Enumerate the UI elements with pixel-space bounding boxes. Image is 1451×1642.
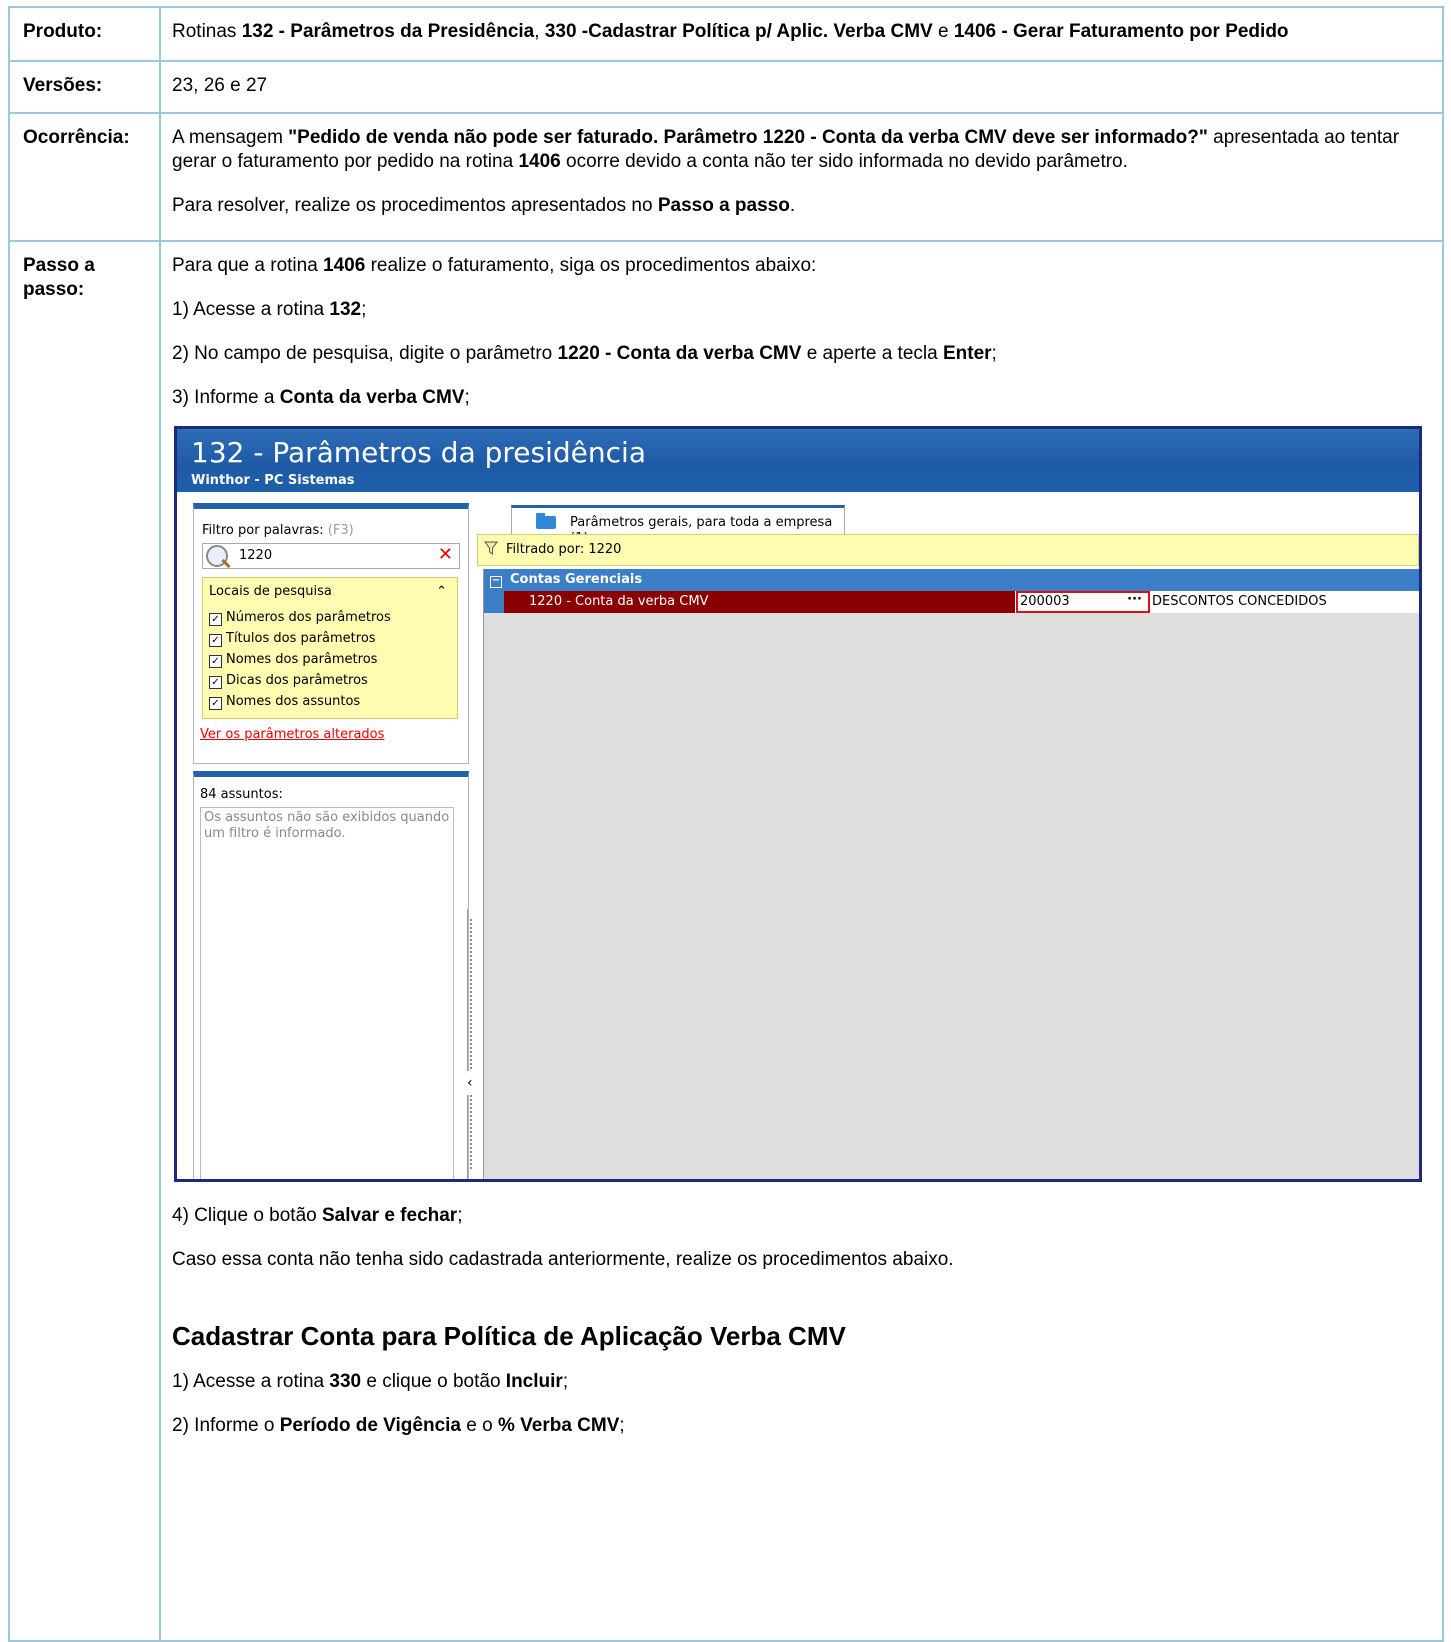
window-subtitle: Winthor - PC Sistemas: [191, 473, 355, 488]
step-4: 4) Clique o botão Salvar e fechar;: [172, 1205, 463, 1226]
checkbox-icon[interactable]: ✓: [209, 655, 222, 668]
altered-params-link[interactable]: Ver os parâmetros alterados: [200, 727, 384, 743]
passo-label: Passo a passo:: [8, 240, 161, 1642]
versoes-value: 23, 26 e 27: [159, 60, 1444, 114]
note-paragraph: Caso essa conta não tenha sido cadastrad…: [172, 1249, 954, 1270]
parameters-grid: − Contas Gerenciais 1220 - Conta da verba…: [483, 569, 1419, 1179]
passo-value: Para que a rotina 1406 realize o faturam…: [159, 240, 1444, 1642]
search-icon: [206, 545, 228, 567]
search-value: 1220: [239, 548, 273, 563]
checkbox-icon[interactable]: ✓: [209, 676, 222, 689]
filter-status-bar: Filtrado por: 1220: [477, 534, 1419, 566]
step-1: 1) Acesse a rotina 132;: [172, 299, 367, 320]
step-3: 3) Informe a Conta da verba CMV;: [172, 387, 470, 408]
checkbox-icon[interactable]: ✓: [209, 697, 222, 710]
checkbox-icon[interactable]: ✓: [209, 613, 222, 626]
checkbox-item[interactable]: ✓ Números dos parâmetros: [209, 610, 391, 626]
folder-icon: [536, 513, 556, 529]
ocorrencia-paragraph-1: A mensagem "Pedido de venda não pode ser…: [172, 127, 1400, 172]
ellipsis-button[interactable]: ···: [1127, 591, 1142, 609]
filter-status-text: Filtrado por: 1220: [506, 542, 622, 557]
ocorrencia-paragraph-2: Para resolver, realize os procedimentos …: [172, 195, 796, 216]
row-versoes: Versões: 23, 26 e 27: [8, 60, 1444, 114]
subjects-panel: 84 assuntos: Os assuntos não são exibido…: [193, 771, 469, 1179]
splitter-grip: [470, 919, 474, 1169]
collapse-minus-icon[interactable]: −: [490, 576, 502, 588]
produto-value: Rotinas 132 - Parâmetros da Presidência,…: [159, 6, 1444, 62]
produto-label: Produto:: [8, 6, 161, 62]
step-b1: 1) Acesse a rotina 330 e clique o botão …: [172, 1371, 569, 1392]
versoes-label: Versões:: [8, 60, 161, 114]
search-locations-header[interactable]: Locais de pesquisa: [209, 584, 332, 600]
checkbox-item[interactable]: ✓ Nomes dos assuntos: [209, 694, 360, 710]
funnel-icon: [484, 541, 498, 555]
row-passo: Passo a passo: Para que a rotina 1406 re…: [8, 240, 1444, 1642]
row-ocorrencia: Ocorrência: A mensagem "Pedido de venda …: [8, 112, 1444, 242]
param-description: DESCONTOS CONCEDIDOS: [1152, 594, 1327, 609]
row-indicator: [484, 591, 504, 613]
checkbox-item[interactable]: ✓ Dicas dos parâmetros: [209, 673, 368, 689]
group-header[interactable]: − Contas Gerenciais: [484, 569, 1419, 591]
splitter-handle[interactable]: ‹: [467, 909, 476, 1179]
search-locations-box: Locais de pesquisa ⌃ ✓ Números dos parâme…: [202, 577, 458, 719]
filter-label: Filtro por palavras: (F3): [202, 523, 354, 538]
table-row[interactable]: 1220 - Conta da verba CMV 200003 ··· DESC…: [484, 591, 1419, 613]
checkbox-item[interactable]: ✓ Títulos dos parâmetros: [209, 631, 376, 647]
subjects-message: Os assuntos não são exibidos quando um f…: [200, 807, 454, 1179]
section-heading: Cadastrar Conta para Política de Aplicaç…: [172, 1321, 846, 1351]
param-value-input[interactable]: 200003 ···: [1016, 591, 1150, 613]
window-header: 132 - Parâmetros da presidência Winthor …: [177, 429, 1419, 492]
step-2: 2) No campo de pesquisa, digite o parâme…: [172, 343, 997, 364]
search-input[interactable]: 1220 ✕: [202, 543, 460, 569]
ocorrencia-label: Ocorrência:: [8, 112, 161, 242]
filter-panel: Filtro por palavras: (F3) 1220 ✕ Locais …: [193, 503, 469, 764]
parameters-panel: Parâmetros gerais, para toda a empresa (…: [477, 499, 1419, 1179]
ocorrencia-value: A mensagem "Pedido de venda não pode ser…: [159, 112, 1444, 242]
passo-intro: Para que a rotina 1406 realize o faturam…: [172, 255, 817, 276]
collapse-icon[interactable]: ⌃: [436, 584, 447, 600]
document-table: Produto: Rotinas 132 - Parâmetros da Pre…: [8, 6, 1444, 1642]
row-produto: Produto: Rotinas 132 - Parâmetros da Pre…: [8, 6, 1444, 62]
chevron-left-icon[interactable]: ‹: [467, 1071, 473, 1095]
clear-icon[interactable]: ✕: [438, 544, 453, 566]
checkbox-icon[interactable]: ✓: [209, 634, 222, 647]
checkbox-item[interactable]: ✓ Nomes dos parâmetros: [209, 652, 377, 668]
subjects-count: 84 assuntos:: [200, 787, 283, 802]
param-name: 1220 - Conta da verba CMV: [504, 591, 1015, 613]
window-title: 132 - Parâmetros da presidência: [191, 436, 646, 469]
step-b2: 2) Informe o Período de Vigência e o % V…: [172, 1415, 625, 1436]
embedded-screenshot: 132 - Parâmetros da presidência Winthor …: [174, 426, 1422, 1182]
